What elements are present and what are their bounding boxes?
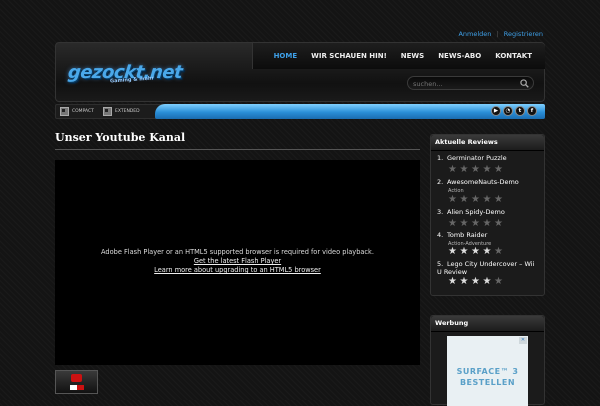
star-icon: ★ — [471, 276, 480, 287]
nav-wir-schauen-hin[interactable]: WIR SCHAUEN HIN! — [311, 52, 387, 60]
extended-label: EXTENDED — [115, 109, 140, 114]
star-icon: ★ — [448, 194, 457, 205]
compact-view-button[interactable]: COMPACT — [60, 106, 94, 117]
player-message: Adobe Flash Player or an HTML5 supported… — [55, 248, 420, 275]
star-icon: ★ — [482, 246, 492, 257]
star-icon: ★ — [459, 194, 469, 205]
youtube-logo-icon — [70, 374, 84, 390]
register-link[interactable]: Registrieren — [504, 30, 543, 38]
review-rating-4: ★ ★ ★ ★ ★ — [448, 246, 506, 257]
login-link[interactable]: Anmelden — [458, 30, 491, 38]
review-item-3[interactable]: 3. Alien Spidy-Demo — [437, 208, 505, 216]
review-name: Germinator Puzzle — [447, 154, 507, 162]
star-icon: ★ — [448, 246, 457, 257]
ad-title: Werbung — [431, 316, 544, 332]
search-input[interactable] — [413, 78, 513, 89]
star-icon: ★ — [482, 194, 492, 205]
ad-line-2: BESTELLEN — [459, 378, 516, 387]
review-name: Lego City Undercover – Wii U Review — [437, 260, 535, 276]
star-icon: ★ — [459, 218, 469, 229]
review-rating-5: ★ ★ ★ ★ ★ — [448, 276, 506, 287]
star-icon: ★ — [459, 164, 469, 175]
compact-icon — [60, 107, 69, 116]
review-rating-3: ★ ★ ★ ★ ★ — [448, 218, 506, 229]
star-icon: ★ — [494, 164, 503, 175]
nav-kontakt[interactable]: KONTAKT — [495, 52, 532, 60]
star-icon: ★ — [471, 164, 480, 175]
review-name: Alien Spidy-Demo — [447, 208, 505, 216]
star-icon: ★ — [494, 218, 503, 229]
review-item-2[interactable]: 2. AwesomeNauts-Demo Action — [437, 178, 519, 194]
ad-text[interactable]: SURFACE™ 3 BESTELLEN — [447, 366, 528, 388]
star-icon: ★ — [471, 218, 480, 229]
separator: | — [496, 30, 499, 38]
extended-view-button[interactable]: EXTENDED — [103, 106, 140, 117]
nav-news[interactable]: NEWS — [401, 52, 424, 60]
star-icon: ★ — [494, 194, 503, 205]
review-item-5[interactable]: 5. Lego City Undercover – Wii U Review — [437, 260, 537, 276]
star-icon: ★ — [459, 276, 469, 287]
accent-bar — [155, 104, 545, 119]
star-icon: ★ — [448, 276, 457, 287]
review-item-1[interactable]: 1. Germinator Puzzle — [437, 154, 507, 162]
review-item-4[interactable]: 4. Tomb Raider Action-Adventure — [437, 231, 491, 247]
nav-home[interactable]: HOME — [274, 52, 298, 60]
player-message-text: Adobe Flash Player or an HTML5 supported… — [101, 248, 374, 256]
twitter-icon[interactable]: t — [515, 106, 525, 116]
star-icon: ★ — [482, 164, 492, 175]
compact-label: COMPACT — [72, 109, 94, 114]
star-icon: ★ — [471, 246, 480, 257]
nav-news-abo[interactable]: NEWS-ABO — [438, 52, 481, 60]
star-icon: ★ — [482, 276, 492, 287]
rss-icon[interactable]: ◔ — [503, 106, 513, 116]
flash-player-link[interactable]: Get the latest Flash Player — [55, 257, 420, 266]
star-icon: ★ — [471, 194, 480, 205]
youtube-icon[interactable]: ▶ — [491, 106, 501, 116]
facebook-icon[interactable]: f — [527, 106, 537, 116]
star-icon: ★ — [494, 246, 503, 257]
search-box — [407, 76, 534, 90]
html5-browser-link[interactable]: Learn more about upgrading to an HTML5 b… — [55, 266, 420, 275]
page-title: Unser Youtube Kanal — [55, 131, 186, 144]
reviews-list: 1. Germinator Puzzle ★ ★ ★ ★ ★ 2. AwesomeNauts… — [430, 134, 545, 296]
star-icon: ★ — [448, 218, 457, 229]
top-links: Anmelden | Registrieren — [458, 30, 543, 38]
star-icon: ★ — [448, 164, 457, 175]
main-nav: HOME WIR SCHAUEN HIN! NEWS NEWS-ABO KONT… — [251, 43, 545, 69]
review-name: Tomb Raider — [447, 231, 488, 239]
ad-line-1: SURFACE™ 3 — [456, 367, 519, 376]
review-rating-2: ★ ★ ★ ★ ★ — [448, 194, 506, 205]
star-icon: ★ — [459, 246, 469, 257]
title-divider — [55, 149, 420, 150]
star-icon: ★ — [494, 276, 503, 287]
review-name: AwesomeNauts-Demo — [447, 178, 519, 186]
search-icon[interactable] — [520, 79, 529, 88]
review-rating-1: ★ ★ ★ ★ ★ — [448, 164, 506, 175]
youtube-thumbnail[interactable] — [55, 370, 98, 394]
ad-close-icon[interactable]: ✕ — [519, 337, 527, 344]
extended-icon — [103, 107, 112, 116]
star-icon: ★ — [482, 218, 492, 229]
